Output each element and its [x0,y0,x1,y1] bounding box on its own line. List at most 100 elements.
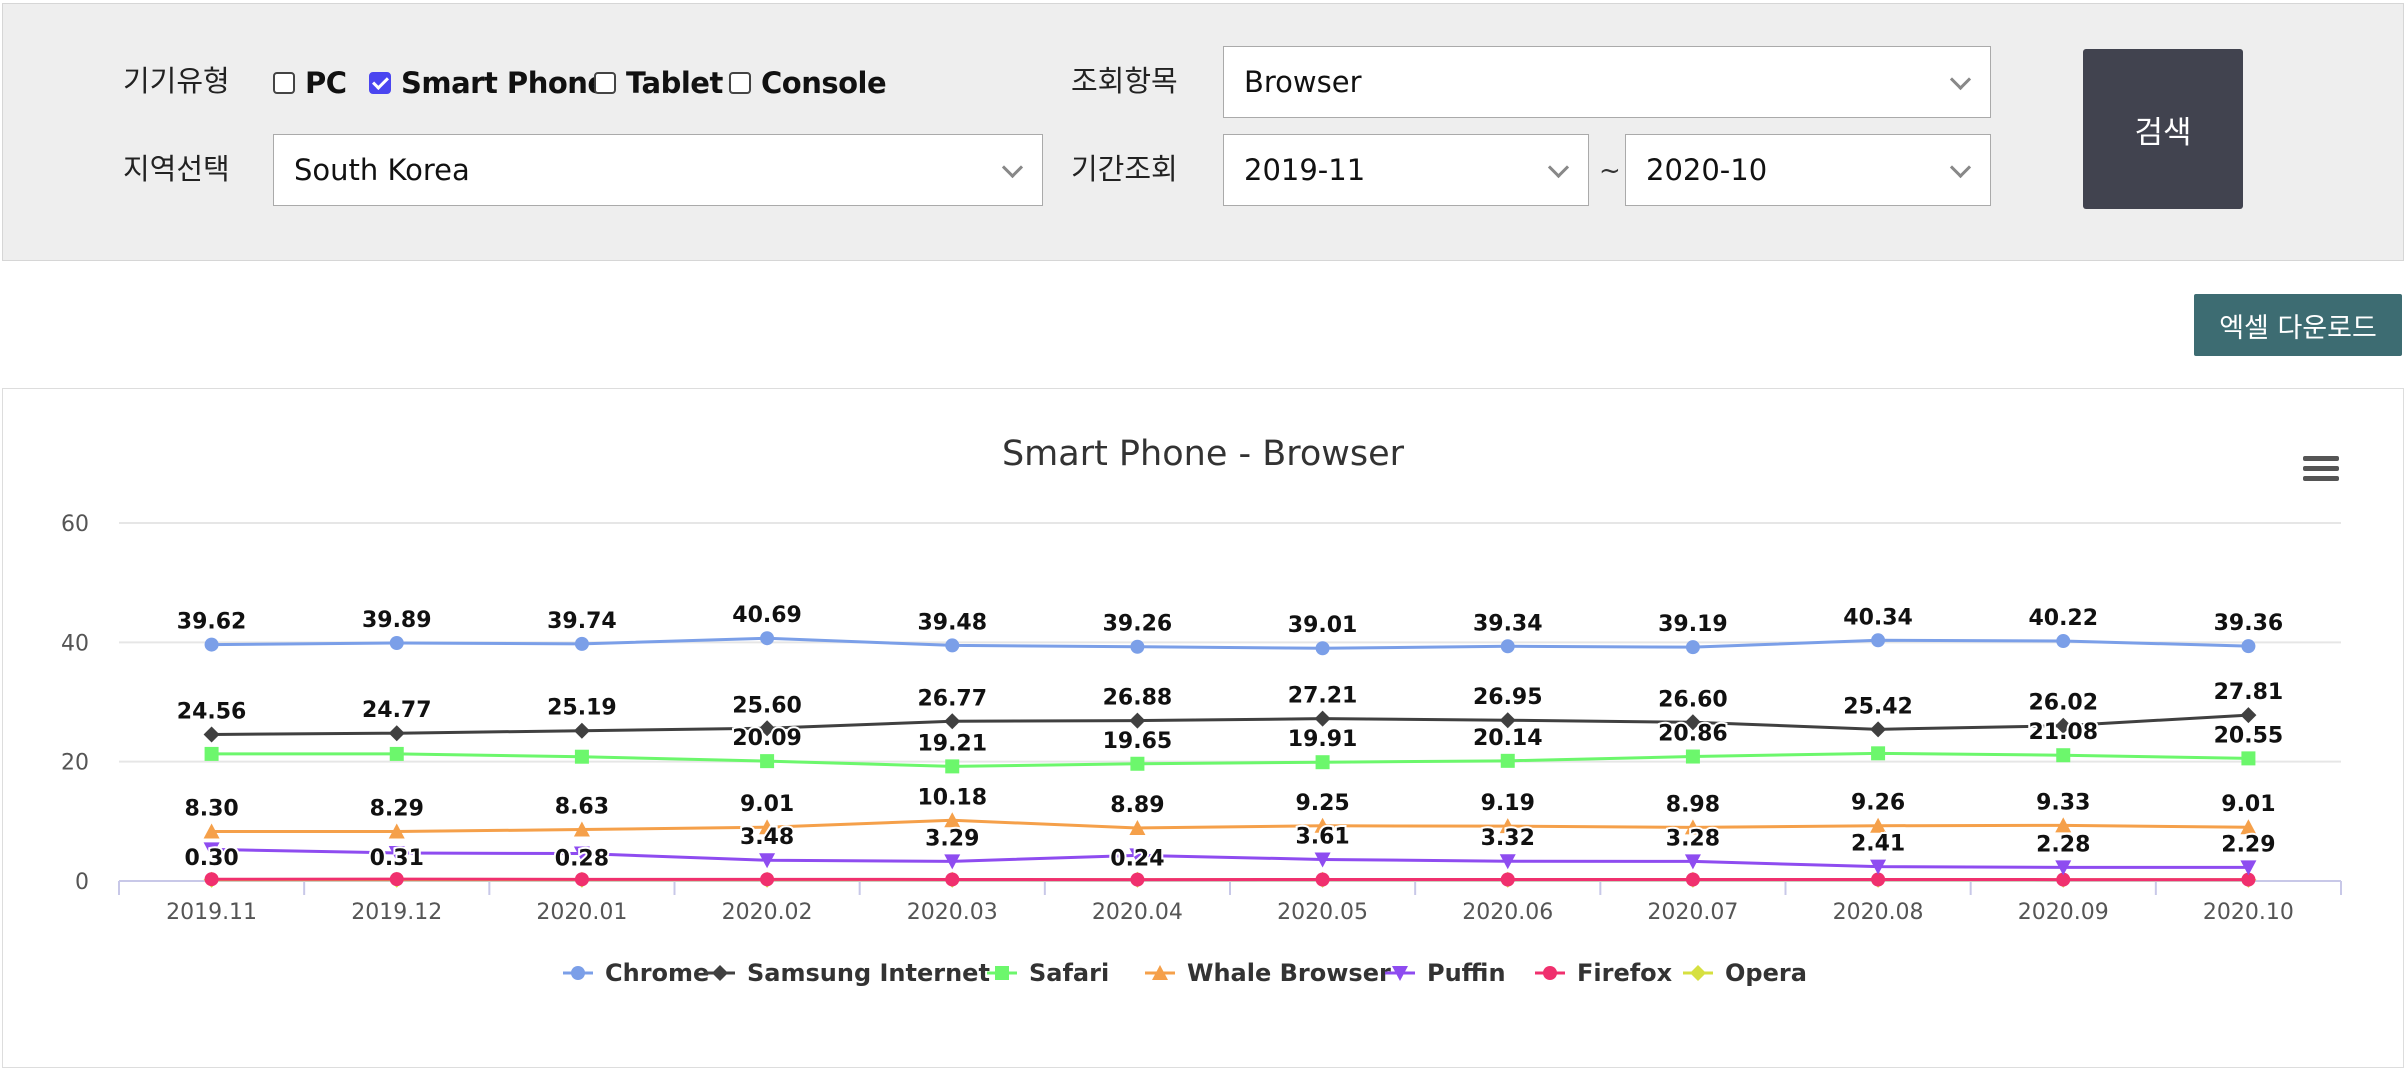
data-point[interactable] [389,725,405,741]
legend-item-puffin[interactable]: Puffin [1385,959,1506,987]
data-point[interactable] [1316,755,1330,769]
data-point[interactable] [2056,748,2070,762]
checkbox-box-checked[interactable] [369,72,391,94]
data-point[interactable] [575,872,589,886]
data-point[interactable] [1501,873,1515,887]
period-end-value: 2020-10 [1646,153,1767,187]
filter-panel: 기기유형 PC Smart Phone Tablet Console 조회항목 … [2,3,2404,261]
chevron-down-icon [1950,157,1971,178]
legend-item-safari[interactable]: Safari [987,959,1109,987]
data-point[interactable] [1316,873,1330,887]
data-label: 20.09 [732,726,802,751]
data-label: 39.26 [1103,612,1173,637]
legend-item-samsung-internet[interactable]: Samsung Internet [705,959,990,987]
data-point[interactable] [1870,721,1886,737]
data-point[interactable] [760,754,774,768]
legend-marker[interactable] [1690,965,1706,981]
legend-label: Firefox [1577,959,1673,987]
checkbox-tablet[interactable]: Tablet [594,66,723,100]
data-label: 8.30 [184,796,238,821]
legend-item-firefox[interactable]: Firefox [1535,959,1673,987]
series-line[interactable] [212,820,2249,831]
legend-item-whale-browser[interactable]: Whale Browser [1145,959,1391,987]
search-button[interactable]: 검색 [2083,49,2243,209]
data-point[interactable] [2240,707,2256,723]
checkbox-console[interactable]: Console [729,66,886,100]
chevron-down-icon [1548,157,1569,178]
data-point[interactable] [1686,640,1700,654]
query-item-select[interactable]: Browser [1223,46,1991,118]
x-tick-label: 2020.02 [722,900,813,925]
data-point[interactable] [575,750,589,764]
series-samsung-internet [204,707,2257,742]
data-point[interactable] [945,872,959,886]
checkbox-box[interactable] [594,72,616,94]
data-label: 9.26 [1851,791,1905,816]
checkbox-box[interactable] [729,72,751,94]
period-end-select[interactable]: 2020-10 [1625,134,1991,206]
data-point[interactable] [2056,634,2070,648]
hamburger-icon[interactable] [2303,456,2339,481]
y-tick-label: 60 [61,512,89,537]
series-line[interactable] [212,715,2249,734]
data-point[interactable] [1130,640,1144,654]
series-line[interactable] [212,753,2249,766]
data-point[interactable] [205,872,219,886]
data-point[interactable] [760,872,774,886]
period-label: 기간조회 [1071,146,1178,188]
legend-marker[interactable] [995,966,1009,980]
data-point[interactable] [2241,751,2255,765]
data-point[interactable] [1129,713,1145,729]
data-point[interactable] [1871,746,1885,760]
data-label: 0.28 [555,846,609,871]
series-line[interactable] [212,849,2249,867]
data-label: 20.55 [2214,723,2284,748]
data-label: 39.48 [917,610,987,635]
checkbox-label: Console [761,66,886,100]
checkbox-box[interactable] [273,72,295,94]
region-select[interactable]: South Korea [273,134,1043,206]
legend-marker[interactable] [571,966,585,980]
data-point[interactable] [1501,639,1515,653]
data-point[interactable] [205,747,219,761]
data-label: 3.29 [925,826,979,851]
data-point[interactable] [1316,641,1330,655]
period-start-select[interactable]: 2019-11 [1223,134,1589,206]
data-point[interactable] [575,637,589,651]
legend-item-opera[interactable]: Opera [1683,959,1807,987]
data-point[interactable] [1501,754,1515,768]
data-point[interactable] [390,636,404,650]
data-label: 0.31 [370,846,424,871]
period-separator: ~ [1599,156,1621,186]
data-point[interactable] [1686,873,1700,887]
data-point[interactable] [945,759,959,773]
data-point[interactable] [390,872,404,886]
data-label: 8.98 [1666,792,1720,817]
checkbox-pc[interactable]: PC [273,66,347,100]
data-label: 3.61 [1295,824,1349,849]
data-point[interactable] [204,726,220,742]
data-point[interactable] [574,723,590,739]
legend-marker[interactable] [1543,966,1557,980]
excel-download-button[interactable]: 엑셀 다운로드 [2194,294,2402,356]
series-puffin [204,842,2257,875]
x-tick-label: 2020.09 [2018,900,2109,925]
data-point[interactable] [1871,633,1885,647]
data-point[interactable] [390,747,404,761]
data-point[interactable] [2241,639,2255,653]
data-label: 27.21 [1288,684,1358,709]
data-label: 40.34 [1843,605,1913,630]
data-point[interactable] [944,713,960,729]
chevron-down-icon [1002,157,1023,178]
legend-item-chrome[interactable]: Chrome [563,959,709,987]
data-point[interactable] [1130,757,1144,771]
data-point[interactable] [1315,711,1331,727]
legend-marker[interactable] [712,965,728,981]
data-point[interactable] [1686,750,1700,764]
data-label: 19.65 [1103,729,1173,754]
checkbox-smart-phone[interactable]: Smart Phone [369,66,607,100]
data-point[interactable] [205,638,219,652]
data-point[interactable] [945,638,959,652]
data-point[interactable] [1130,873,1144,887]
data-point[interactable] [760,631,774,645]
